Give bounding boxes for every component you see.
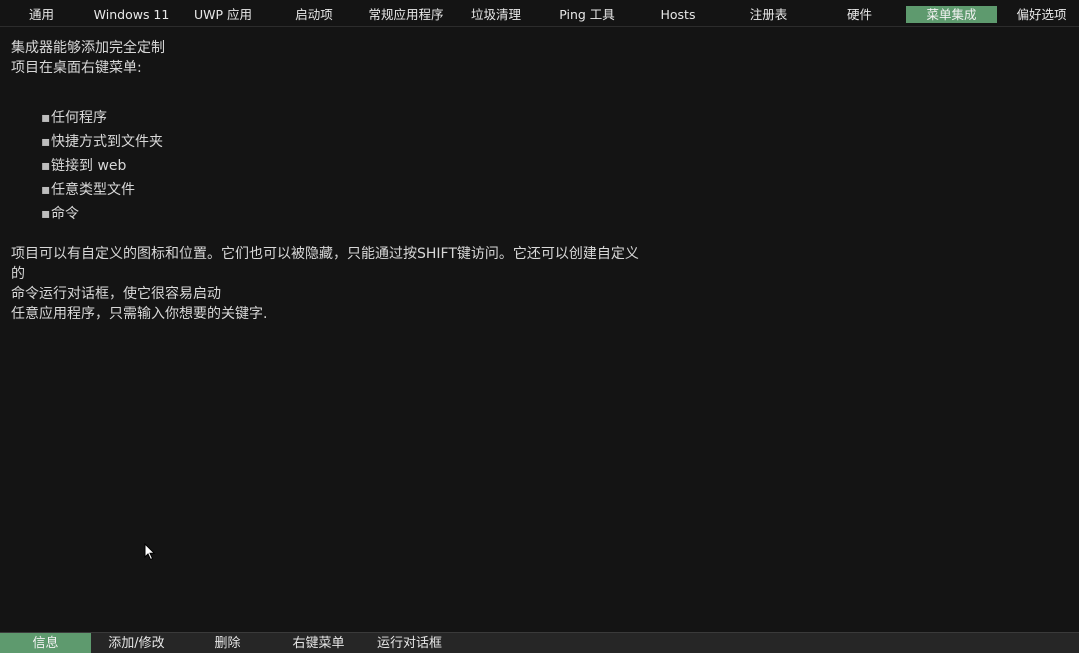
description-line-2: 的 (11, 266, 25, 282)
tab-junk-cleaner[interactable]: 垃圾清理 (450, 6, 542, 23)
tab-info[interactable]: 信息 (0, 633, 91, 653)
app-window: 通用 Windows 11 UWP 应用 启动项 常规应用程序 垃圾清理 Pin… (0, 0, 1079, 653)
tab-delete[interactable]: 删除 (182, 633, 273, 653)
list-item: ▪任意类型文件 (41, 178, 751, 202)
tab-startup[interactable]: 启动项 (266, 6, 362, 23)
list-item-label: 命令 (51, 206, 79, 222)
tab-registry[interactable]: 注册表 (724, 6, 813, 23)
tab-add-modify[interactable]: 添加/修改 (91, 633, 182, 653)
description-line-1: 项目可以有自定义的图标和位置。它们也可以被隐藏，只能通过按SHIFT键访问。它还… (11, 246, 639, 262)
bottom-tab-bar: 信息 添加/修改 删除 右键菜单 运行对话框 (0, 632, 1079, 653)
list-item: ▪快捷方式到文件夹 (41, 130, 751, 154)
bullet-icon: ▪ (41, 110, 51, 126)
tab-common-apps[interactable]: 常规应用程序 (362, 6, 450, 23)
mouse-cursor-icon (144, 543, 156, 561)
top-tab-bar: 通用 Windows 11 UWP 应用 启动项 常规应用程序 垃圾清理 Pin… (0, 0, 1079, 27)
list-item: ▪任何程序 (41, 106, 751, 130)
list-item: ▪链接到 web (41, 154, 751, 178)
tab-preferences[interactable]: 偏好选项 (1004, 6, 1079, 23)
tab-uwp-apps[interactable]: UWP 应用 (180, 6, 266, 23)
tab-context-menu[interactable]: 右键菜单 (273, 633, 364, 653)
list-item-label: 任意类型文件 (51, 182, 135, 198)
list-item-label: 链接到 web (51, 158, 127, 174)
intro-line-1: 集成器能够添加完全定制 (11, 40, 165, 56)
info-content: 集成器能够添加完全定制 项目在桌面右键菜单: ▪任何程序 ▪快捷方式到文件夹 ▪… (11, 38, 751, 324)
bullet-icon: ▪ (41, 158, 51, 174)
tab-run-dialog[interactable]: 运行对话框 (364, 633, 455, 653)
bullet-icon: ▪ (41, 134, 51, 150)
bullet-icon: ▪ (41, 182, 51, 198)
bullet-icon: ▪ (41, 206, 51, 222)
tab-menu-integration[interactable]: 菜单集成 (906, 6, 997, 23)
feature-list: ▪任何程序 ▪快捷方式到文件夹 ▪链接到 web ▪任意类型文件 ▪命令 (11, 106, 751, 226)
list-item-label: 任何程序 (51, 110, 107, 126)
tab-windows11[interactable]: Windows 11 (83, 6, 180, 23)
intro-line-2: 项目在桌面右键菜单: (11, 60, 142, 76)
list-item-label: 快捷方式到文件夹 (51, 134, 163, 150)
description-line-3: 命令运行对话框，使它很容易启动 (11, 286, 221, 302)
tab-hosts[interactable]: Hosts (632, 6, 724, 23)
tab-hardware[interactable]: 硬件 (813, 6, 906, 23)
description-line-4: 任意应用程序，只需输入你想要的关键字. (11, 306, 268, 322)
list-item: ▪命令 (41, 202, 751, 226)
tab-ping-tool[interactable]: Ping 工具 (542, 6, 632, 23)
tab-general[interactable]: 通用 (0, 6, 83, 23)
